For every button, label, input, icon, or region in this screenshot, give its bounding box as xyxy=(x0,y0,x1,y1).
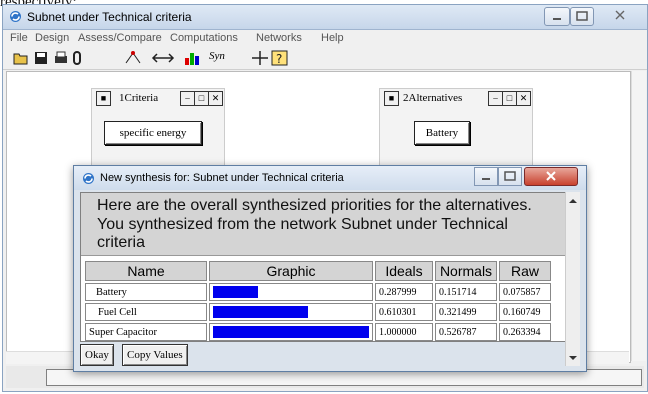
raw-value: 0.075857 xyxy=(499,283,551,301)
column-header-raw: Raw xyxy=(499,261,551,281)
menu-file[interactable]: File xyxy=(10,32,28,44)
normal-value: 0.321499 xyxy=(435,303,497,321)
cluster-criteria[interactable]: ■ 1Criteria – □ ✕ specific energy xyxy=(91,88,225,174)
menu-computations[interactable]: Computations xyxy=(170,32,238,44)
dialog-close-button[interactable] xyxy=(524,167,578,186)
maximize-icon xyxy=(504,171,516,181)
attach-icon[interactable] xyxy=(71,50,83,66)
scroll-down-icon[interactable] xyxy=(566,352,580,364)
synthesize-icon[interactable]: Syn xyxy=(209,50,225,66)
row-name: Fuel Cell xyxy=(85,303,207,321)
column-header-name: Name xyxy=(85,261,207,281)
ideal-value: 0.610301 xyxy=(375,303,433,321)
svg-text:?: ? xyxy=(276,52,282,66)
maximize-button[interactable] xyxy=(570,7,594,26)
cluster-alternatives-title: 2Alternatives xyxy=(403,92,463,104)
toolbar: Syn ? xyxy=(3,47,647,70)
dialog-body: Here are the overall synthesized priorit… xyxy=(80,192,567,342)
synthesis-message-text: Here are the overall synthesized priorit… xyxy=(97,197,532,251)
table-row: Fuel Cell 0.610301 0.321499 0.160749 xyxy=(85,303,551,321)
raw-value: 0.263394 xyxy=(499,323,551,341)
maximize-icon xyxy=(576,11,588,21)
graphic-cell xyxy=(209,283,373,301)
okay-button[interactable]: Okay xyxy=(80,344,114,366)
synthesis-message: Here are the overall synthesized priorit… xyxy=(81,193,566,256)
app-icon xyxy=(83,173,94,184)
dialog-vertical-scrollbar[interactable] xyxy=(565,192,580,366)
cluster-close-icon[interactable]: ✕ xyxy=(516,91,531,106)
menu-design[interactable]: Design xyxy=(35,32,69,44)
close-button[interactable] xyxy=(600,7,640,24)
menu-help[interactable]: Help xyxy=(321,32,344,44)
column-header-normals: Normals xyxy=(435,261,497,281)
connect-tool-icon[interactable] xyxy=(151,50,175,66)
column-header-graphic: Graphic xyxy=(209,261,373,281)
normal-value: 0.151714 xyxy=(435,283,497,301)
arrow-tool-icon[interactable] xyxy=(123,50,145,66)
dialog-title: New synthesis for: Subnet under Technica… xyxy=(100,172,344,184)
dialog-maximize-button[interactable] xyxy=(498,167,522,186)
bar-chart-icon[interactable] xyxy=(183,50,201,66)
cluster-alternatives-header: ■ 2Alternatives – □ ✕ xyxy=(380,89,532,107)
priority-bar xyxy=(213,306,309,318)
minimize-button[interactable] xyxy=(544,7,570,26)
results-table: Name Graphic Ideals Normals Raw Battery … xyxy=(83,259,553,343)
table-row: Super Capacitor 1.000000 0.526787 0.2633… xyxy=(85,323,551,341)
minimize-icon xyxy=(553,18,561,20)
canvas-vertical-scrollbar[interactable] xyxy=(631,71,646,361)
cluster-menu-box[interactable]: ■ xyxy=(96,91,111,106)
table-row: Battery 0.287999 0.151714 0.075857 xyxy=(85,283,551,301)
app-icon xyxy=(10,11,21,22)
cluster-maximize-icon[interactable]: □ xyxy=(194,91,209,106)
column-header-ideals: Ideals xyxy=(375,261,433,281)
dialog-title-bar[interactable]: New synthesis for: Subnet under Technica… xyxy=(74,166,586,190)
menu-networks[interactable]: Networks xyxy=(256,32,302,44)
priority-bar xyxy=(213,326,369,338)
cluster-menu-box[interactable]: ■ xyxy=(384,91,399,106)
title-bar[interactable]: Subnet under Technical criteria xyxy=(3,5,647,30)
close-icon xyxy=(615,10,625,20)
cluster-criteria-header: ■ 1Criteria – □ ✕ xyxy=(92,89,224,107)
graphic-cell xyxy=(209,303,373,321)
cluster-minimize-icon[interactable]: – xyxy=(488,91,503,106)
raw-value: 0.160749 xyxy=(499,303,551,321)
cluster-criteria-title: 1Criteria xyxy=(119,92,159,104)
node-specific-energy[interactable]: specific energy xyxy=(104,121,202,145)
dialog-footer: Okay Copy Values xyxy=(80,342,565,368)
help-tool-icon[interactable]: ? xyxy=(271,50,289,66)
table-header-row: Name Graphic Ideals Normals Raw xyxy=(85,261,551,281)
node-battery[interactable]: Battery xyxy=(414,121,470,145)
minimize-icon xyxy=(482,178,490,180)
cluster-minimize-icon[interactable]: – xyxy=(180,91,195,106)
window-title: Subnet under Technical criteria xyxy=(27,10,192,24)
row-name: Super Capacitor xyxy=(85,323,207,341)
copy-values-button[interactable]: Copy Values xyxy=(122,344,188,366)
synthesis-dialog: New synthesis for: Subnet under Technica… xyxy=(73,165,587,372)
graphic-cell xyxy=(209,323,373,341)
scroll-up-icon[interactable] xyxy=(566,195,580,207)
ideal-value: 0.287999 xyxy=(375,283,433,301)
cluster-alternatives[interactable]: ■ 2Alternatives – □ ✕ Battery xyxy=(379,88,533,174)
print-icon[interactable] xyxy=(53,50,69,66)
move-tool-icon[interactable] xyxy=(251,50,269,66)
priority-bar xyxy=(213,286,258,298)
open-icon[interactable] xyxy=(13,50,29,66)
cluster-close-icon[interactable]: ✕ xyxy=(208,91,223,106)
menu-bar: File Design Assess/Compare Computations … xyxy=(3,30,647,46)
main-window: Subnet under Technical criteria File Des… xyxy=(2,4,648,392)
normal-value: 0.526787 xyxy=(435,323,497,341)
row-name: Battery xyxy=(85,283,207,301)
menu-assess-compare[interactable]: Assess/Compare xyxy=(78,32,162,44)
ideal-value: 1.000000 xyxy=(375,323,433,341)
save-icon[interactable] xyxy=(33,50,49,66)
close-icon xyxy=(546,171,556,181)
dialog-minimize-button[interactable] xyxy=(474,167,498,186)
cluster-maximize-icon[interactable]: □ xyxy=(502,91,517,106)
